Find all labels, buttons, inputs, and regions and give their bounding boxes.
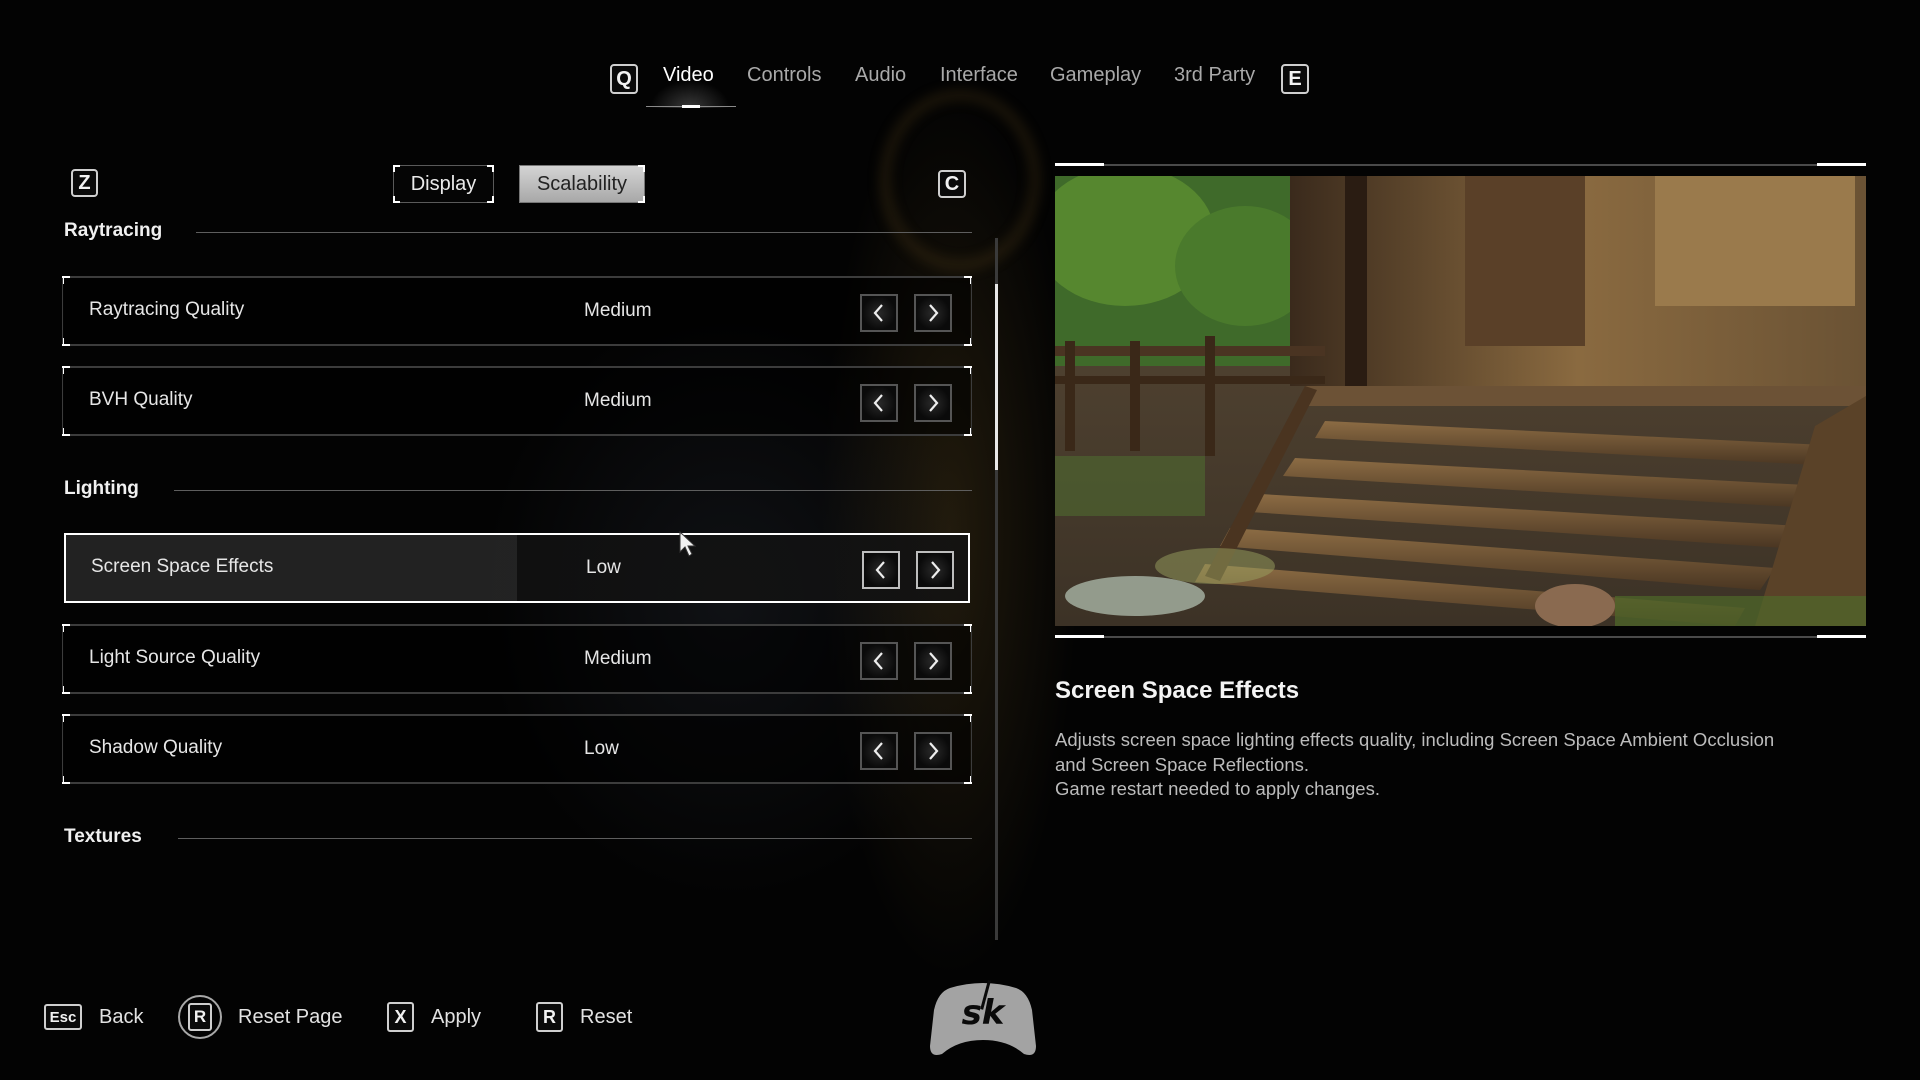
corner-mark bbox=[638, 165, 645, 172]
prev-subtab-key[interactable]: Z bbox=[71, 169, 98, 197]
corner-mark bbox=[487, 196, 494, 203]
frame-highlight bbox=[1055, 163, 1104, 166]
tab-gameplay[interactable]: Gameplay bbox=[1050, 64, 1141, 87]
esc-key-icon: Esc bbox=[44, 1004, 82, 1030]
setting-value: Medium bbox=[584, 648, 652, 669]
chevron-right-icon bbox=[931, 561, 941, 579]
decrease-button[interactable] bbox=[860, 732, 898, 770]
corner-mark bbox=[393, 196, 400, 203]
decrease-button[interactable] bbox=[860, 294, 898, 332]
decrease-button[interactable] bbox=[860, 384, 898, 422]
setting-label: Shadow Quality bbox=[89, 737, 223, 758]
preview-frame-bottom bbox=[1055, 635, 1866, 638]
setting-preview-image bbox=[1055, 176, 1866, 626]
chevron-left-icon bbox=[873, 304, 883, 322]
active-tab-indicator bbox=[646, 105, 736, 108]
setting-value: Low bbox=[586, 557, 621, 578]
frame-highlight bbox=[1817, 635, 1866, 638]
subtab-scalability-label: Scalability bbox=[536, 172, 628, 195]
subtab-scalability[interactable]: Scalability bbox=[519, 165, 645, 203]
description-line: and Screen Space Reflections. bbox=[1055, 753, 1310, 775]
preview-scene bbox=[1055, 176, 1866, 626]
chevron-right-icon bbox=[929, 742, 939, 760]
chevron-right-icon bbox=[929, 304, 939, 322]
section-divider bbox=[174, 490, 972, 491]
prev-tab-key[interactable]: Q bbox=[610, 64, 638, 94]
tab-controls[interactable]: Controls bbox=[747, 64, 821, 87]
setting-value: Medium bbox=[584, 390, 652, 411]
tab-audio[interactable]: Audio bbox=[855, 64, 906, 87]
section-divider bbox=[196, 232, 972, 233]
decrease-button[interactable] bbox=[860, 642, 898, 680]
increase-button[interactable] bbox=[914, 642, 952, 680]
tab-interface[interactable]: Interface bbox=[940, 64, 1018, 87]
r-key-icon: R bbox=[536, 1002, 563, 1032]
next-tab-key[interactable]: E bbox=[1281, 64, 1309, 94]
x-key-icon: X bbox=[387, 1002, 414, 1032]
section-title-raytracing: Raytracing bbox=[64, 220, 163, 241]
chevron-left-icon bbox=[873, 652, 883, 670]
chevron-right-icon bbox=[929, 394, 939, 412]
frame-highlight bbox=[1817, 163, 1866, 166]
setting-row-raytracing-quality[interactable]: Raytracing Quality Medium bbox=[62, 276, 972, 346]
description-line: Game restart needed to apply changes. bbox=[1055, 778, 1380, 799]
setting-row-screen-space-effects[interactable]: Screen Space Effects Low bbox=[64, 533, 970, 603]
setting-label: Light Source Quality bbox=[89, 647, 261, 668]
setting-label: Screen Space Effects bbox=[91, 556, 274, 577]
corner-mark bbox=[487, 165, 494, 172]
increase-button[interactable] bbox=[914, 732, 952, 770]
setting-value: Low bbox=[584, 738, 619, 759]
setting-row-light-source-quality[interactable]: Light Source Quality Medium bbox=[62, 624, 972, 694]
mouse-cursor-icon bbox=[679, 530, 697, 557]
sk-gamepad-logo-icon: sk bbox=[930, 980, 1036, 1055]
subtab-display[interactable]: Display bbox=[393, 165, 494, 203]
increase-button[interactable] bbox=[916, 551, 954, 589]
setting-row-bvh-quality[interactable]: BVH Quality Medium bbox=[62, 366, 972, 436]
active-tab-glow bbox=[650, 80, 730, 108]
r-key-circle-icon: R bbox=[178, 995, 222, 1039]
reset-label: Reset bbox=[580, 1005, 633, 1028]
reset-page-button[interactable]: R Reset Page bbox=[178, 995, 343, 1039]
corner-mark bbox=[393, 165, 400, 172]
setting-value: Medium bbox=[584, 300, 652, 321]
increase-button[interactable] bbox=[914, 384, 952, 422]
back-label: Back bbox=[99, 1005, 144, 1028]
setting-row-shadow-quality[interactable]: Shadow Quality Low bbox=[62, 714, 972, 784]
chevron-left-icon bbox=[873, 742, 883, 760]
chevron-left-icon bbox=[875, 561, 885, 579]
apply-label: Apply bbox=[431, 1005, 482, 1028]
reset-page-label: Reset Page bbox=[238, 1005, 343, 1028]
chevron-right-icon bbox=[929, 652, 939, 670]
section-divider bbox=[178, 838, 972, 839]
background-glow bbox=[820, 80, 1080, 980]
description-body: Adjusts screen space lighting effects qu… bbox=[1055, 728, 1875, 802]
tab-3rd-party[interactable]: 3rd Party bbox=[1174, 64, 1255, 87]
top-tab-bar: Q Video Controls Audio Interface Gamepla… bbox=[0, 58, 1920, 98]
description-title: Screen Space Effects bbox=[1055, 677, 1300, 704]
next-subtab-key[interactable]: C bbox=[938, 170, 966, 198]
chevron-left-icon bbox=[873, 394, 883, 412]
frame-highlight bbox=[1055, 635, 1104, 638]
back-button[interactable]: Esc Back bbox=[44, 1000, 143, 1034]
r-key-icon: R bbox=[188, 1003, 212, 1031]
setting-label: BVH Quality bbox=[89, 389, 193, 410]
corner-mark bbox=[638, 196, 645, 203]
scrollbar-thumb[interactable] bbox=[995, 284, 998, 470]
increase-button[interactable] bbox=[914, 294, 952, 332]
preview-frame-top bbox=[1055, 163, 1866, 166]
apply-button[interactable]: X Apply bbox=[387, 1000, 481, 1034]
section-title-textures: Textures bbox=[64, 826, 142, 847]
decrease-button[interactable] bbox=[862, 551, 900, 589]
description-line: Adjusts screen space lighting effects qu… bbox=[1055, 729, 1775, 750]
setting-label: Raytracing Quality bbox=[89, 299, 245, 320]
reset-button[interactable]: R Reset bbox=[536, 1000, 632, 1034]
section-title-lighting: Lighting bbox=[64, 478, 139, 499]
subtab-display-label: Display bbox=[410, 172, 477, 195]
